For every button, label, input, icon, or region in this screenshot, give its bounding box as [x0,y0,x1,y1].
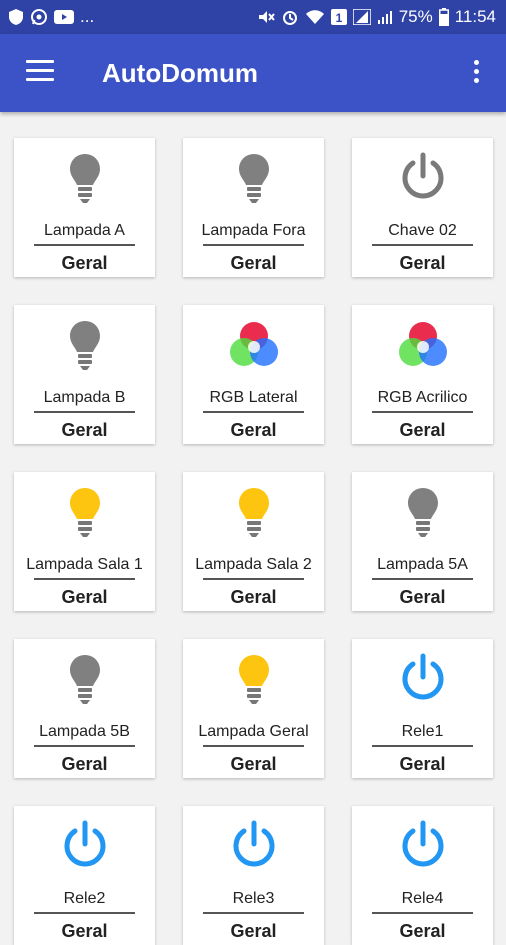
rgb-icon [352,319,493,371]
power-icon [14,820,155,872]
battery-percent: 75% [398,7,433,26]
device-card[interactable]: RGB Lateral Geral [183,305,324,444]
device-card[interactable]: Rele3 Geral [183,806,324,945]
bulb-off-icon [14,653,155,705]
device-card[interactable]: Lampada 5A Geral [352,472,493,611]
device-group: Geral [399,921,446,941]
device-card[interactable]: Lampada Sala 2 Geral [183,472,324,611]
device-card[interactable]: Lampada Sala 1 Geral [14,472,155,611]
shield-icon [8,8,24,26]
rgb-icon [183,319,324,371]
device-name: Lampada 5B [39,723,130,740]
device-card[interactable]: Lampada Fora Geral [183,138,324,277]
whatsapp-icon [30,8,48,26]
device-group: Geral [230,921,277,941]
device-card[interactable]: Lampada Geral Geral [183,639,324,778]
status-left: ... [8,7,94,27]
bulb-off-icon [14,152,155,204]
bulb-on-icon [183,486,324,538]
status-right: 1 75% 11:54 [257,7,496,27]
device-name: Lampada Geral [198,723,309,740]
device-name: Rele4 [401,890,444,907]
app-bar: AutoDomum [0,34,506,112]
divider [34,912,135,914]
bulb-on-icon [14,486,155,538]
device-group: Geral [399,420,446,440]
device-card[interactable]: Chave 02 Geral [352,138,493,277]
power-icon [352,653,493,705]
bulb-off-icon [352,486,493,538]
device-name: Lampada Sala 2 [195,556,312,573]
more-options-icon[interactable] [466,60,486,88]
bulb-off-icon [183,152,324,204]
device-card[interactable]: Rele2 Geral [14,806,155,945]
device-group: Geral [61,420,108,440]
clock: 11:54 [454,7,496,26]
divider [203,244,304,246]
device-card[interactable]: RGB Acrilico Geral [352,305,493,444]
device-name: RGB Lateral [209,389,298,406]
youtube-icon [54,10,74,24]
power-icon [183,820,324,872]
power-icon [352,152,493,204]
device-group: Geral [399,754,446,774]
divider [372,578,473,580]
divider [372,244,473,246]
device-group: Geral [61,253,108,273]
wifi-icon [305,9,325,25]
device-group: Geral [230,420,277,440]
status-bar: ... 1 75% 11:54 [0,0,506,34]
device-name: Lampada B [43,389,126,406]
divider [372,411,473,413]
device-name: Lampada Sala 1 [26,556,143,573]
device-card[interactable]: Lampada B Geral [14,305,155,444]
divider [34,578,135,580]
divider [372,912,473,914]
notification-1-icon: 1 [330,9,347,25]
signal-2-icon [377,9,393,25]
divider [34,745,135,747]
device-name: Rele1 [401,723,444,740]
power-icon [352,820,493,872]
battery-icon [438,8,449,26]
divider [34,411,135,413]
device-group: Geral [230,587,277,607]
divider [203,411,304,413]
device-group: Geral [399,587,446,607]
device-group: Geral [61,754,108,774]
divider [203,578,304,580]
status-more-text: ... [80,7,95,26]
menu-icon[interactable] [26,60,54,84]
device-group: Geral [399,253,446,273]
bulb-off-icon [14,319,155,371]
device-name: RGB Acrilico [377,389,468,406]
app-title: AutoDomum [102,58,258,88]
device-card[interactable]: Lampada A Geral [14,138,155,277]
device-name: Rele2 [63,890,106,907]
device-name: Lampada A [44,222,125,239]
device-name: Lampada 5A [377,556,468,573]
divider [203,745,304,747]
mute-icon [257,8,275,26]
device-name: Rele3 [232,890,275,907]
device-name: Chave 02 [388,222,457,239]
device-grid: Lampada A Geral Lampada Fora Geral Chave 02 G… [14,138,494,945]
device-card[interactable]: Lampada 5B Geral [14,639,155,778]
bulb-on-icon [183,653,324,705]
alarm-icon [281,8,299,26]
device-name: Lampada Fora [201,222,306,239]
divider [203,912,304,914]
device-card[interactable]: Rele1 Geral [352,639,493,778]
device-group: Geral [230,754,277,774]
signal-icon [352,9,371,25]
svg-text:1: 1 [335,11,342,25]
divider [34,244,135,246]
divider [372,745,473,747]
device-group: Geral [61,921,108,941]
device-card[interactable]: Rele4 Geral [352,806,493,945]
device-group: Geral [230,253,277,273]
device-group: Geral [61,587,108,607]
